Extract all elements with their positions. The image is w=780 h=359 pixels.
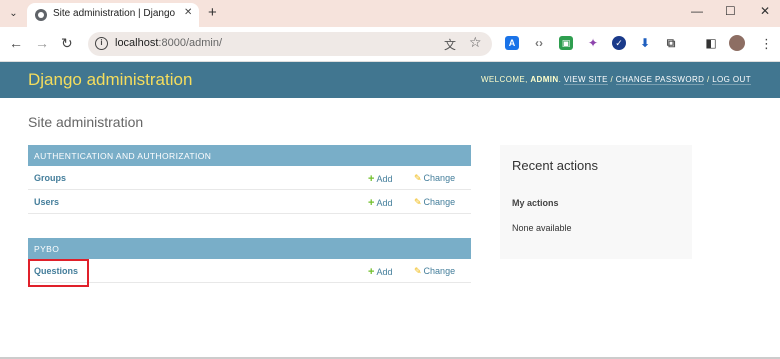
back-icon[interactable]: ← [9, 35, 23, 51]
green-extension-icon[interactable]: ▣ [559, 36, 573, 50]
change-label: Change [423, 197, 456, 207]
url-text[interactable]: localhost:8000/admin/ [115, 37, 222, 49]
site-info-icon[interactable]: i [95, 37, 108, 50]
change-label: Change [423, 266, 456, 276]
model-row-users: Users + Add ✎ Change [28, 190, 471, 214]
module-caption[interactable]: AUTHENTICATION AND AUTHORIZATION [28, 145, 471, 166]
address-bar[interactable]: i localhost:8000/admin/ 文 ☆ [88, 32, 492, 56]
pencil-icon: ✎ [414, 266, 422, 276]
change-password-link[interactable]: CHANGE PASSWORD [615, 75, 705, 85]
add-users-link[interactable]: + Add [368, 197, 392, 209]
maximize-icon[interactable]: ☐ [725, 4, 736, 18]
change-users-link[interactable]: ✎ Change [414, 197, 455, 208]
add-label: Add [376, 267, 393, 277]
add-icon: + [368, 173, 375, 185]
forward-icon[interactable]: → [35, 35, 49, 51]
my-actions-heading: My actions [512, 198, 559, 208]
add-label: Add [376, 198, 393, 208]
model-link-groups[interactable]: Groups [34, 173, 66, 183]
browser-toolbar: ← → ↻ i localhost:8000/admin/ 文 ☆ [0, 27, 780, 62]
browser-menu-icon[interactable]: ⋮ [760, 36, 773, 52]
sidepanel-icon[interactable]: ◧ [704, 36, 718, 50]
separator: / [706, 75, 710, 84]
browser-tab[interactable]: Site administration | Django si ✕ [27, 3, 199, 27]
module-auth: AUTHENTICATION AND AUTHORIZATION Groups … [28, 145, 471, 214]
tab-title: Site administration | Django si [53, 8, 178, 19]
code-extension-icon[interactable]: ‹› [532, 36, 546, 50]
a-extension-icon[interactable]: A [505, 36, 519, 50]
pencil-icon: ✎ [414, 173, 422, 183]
bookmark-star-icon[interactable]: ☆ [469, 34, 482, 51]
highlight-annotation [28, 259, 89, 287]
model-row-questions: Questions + Add ✎ Change [28, 259, 471, 283]
change-questions-link[interactable]: ✎ Change [414, 266, 455, 277]
add-label: Add [376, 174, 393, 184]
window-close-icon[interactable]: ✕ [760, 4, 770, 18]
add-questions-link[interactable]: + Add [368, 266, 392, 278]
recent-actions-title: Recent actions [512, 158, 598, 173]
purple-extension-icon[interactable]: ✦ [586, 36, 600, 50]
module-caption[interactable]: PYBO [28, 238, 471, 259]
minimize-icon[interactable]: — [691, 4, 703, 18]
welcome-text: WELCOME, [480, 75, 528, 84]
add-groups-link[interactable]: + Add [368, 173, 392, 185]
user-tools: WELCOME, ADMIN. VIEW SITE / CHANGE PASSW… [480, 75, 751, 85]
separator: / [610, 75, 614, 84]
no-actions-text: None available [512, 223, 572, 233]
tab-close-icon[interactable]: ✕ [184, 7, 192, 18]
add-icon: + [368, 197, 375, 209]
tab-search-icon[interactable]: ⌄ [5, 5, 22, 22]
reload-icon[interactable]: ↻ [61, 35, 73, 52]
new-tab-icon[interactable]: + [208, 4, 217, 21]
puzzle-extension-icon[interactable]: ⧉ [664, 36, 678, 50]
download-extension-icon[interactable]: ⬇ [638, 36, 652, 50]
translate-icon[interactable]: 文 [444, 36, 456, 53]
profile-avatar[interactable] [729, 35, 745, 51]
recent-actions-panel: Recent actions My actions None available [500, 145, 692, 259]
change-label: Change [423, 173, 456, 183]
log-out-link[interactable]: LOG OUT [712, 75, 751, 85]
module-pybo: PYBO Questions + Add ✎ Change [28, 238, 471, 283]
page-title: Site administration [28, 114, 144, 130]
model-row-groups: Groups + Add ✎ Change [28, 166, 471, 190]
browser-tab-strip: ⌄ Site administration | Django si ✕ + — … [0, 0, 780, 27]
site-branding[interactable]: Django administration [28, 70, 192, 90]
change-groups-link[interactable]: ✎ Change [414, 173, 455, 184]
add-icon: + [368, 266, 375, 278]
check-extension-icon[interactable]: ✓ [612, 36, 626, 50]
model-link-users[interactable]: Users [34, 197, 59, 207]
username: ADMIN [530, 75, 559, 84]
pencil-icon: ✎ [414, 197, 422, 207]
globe-favicon-icon [35, 9, 47, 21]
url-host: localhost [115, 37, 159, 49]
view-site-link[interactable]: VIEW SITE [563, 75, 608, 85]
django-header: Django administration WELCOME, ADMIN. VI… [0, 62, 780, 98]
url-path: :8000/admin/ [158, 37, 223, 49]
